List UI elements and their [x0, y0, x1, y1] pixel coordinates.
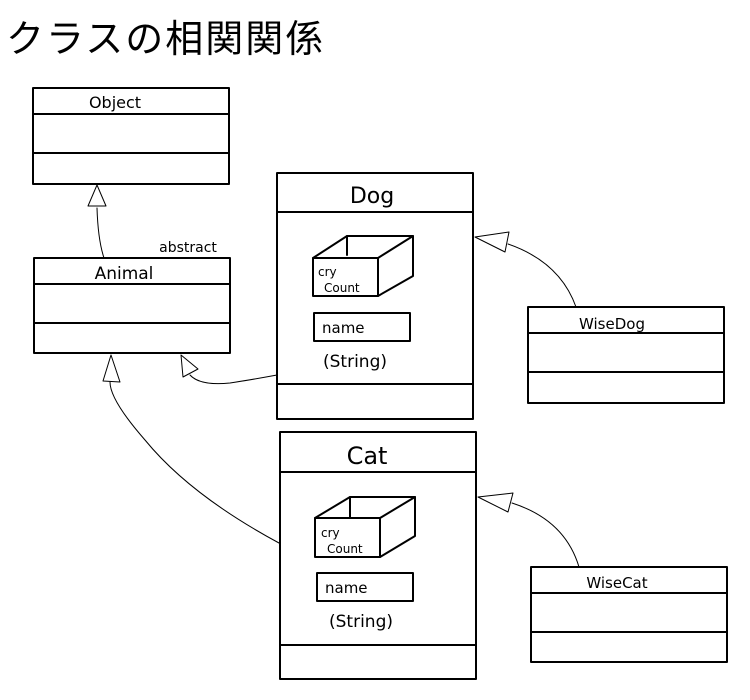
- dog-name-type: (String): [323, 352, 387, 372]
- dog-name-label: name: [322, 319, 365, 337]
- inheritance-arrowhead-icon: [87, 184, 107, 207]
- class-animal-name: Animal: [95, 264, 154, 284]
- cat-name-type: (String): [329, 612, 393, 632]
- class-cat[interactable]: Cat cry Count name (String): [279, 431, 477, 680]
- cat-name-field: name (String): [316, 572, 414, 632]
- class-wisecat-name: WiseCat: [586, 574, 647, 592]
- class-wisecat[interactable]: WiseCat: [530, 566, 728, 663]
- cat-crycount-label-line2: Count: [327, 542, 363, 556]
- class-object[interactable]: Object: [32, 87, 230, 185]
- class-animal[interactable]: abstract Animal: [33, 240, 231, 354]
- class-animal-stereotype: abstract: [159, 240, 217, 256]
- inheritance-arrowhead-icon: [180, 354, 199, 378]
- inheritance-arrowhead-icon: [474, 231, 510, 253]
- inheritance-wisecat-cat: [477, 492, 580, 568]
- dog-name-field: name (String): [313, 312, 411, 372]
- dog-crycount-label-line1: cry: [318, 265, 337, 279]
- class-object-name: Object: [89, 93, 141, 112]
- class-wisedog-name: WiseDog: [579, 315, 645, 333]
- cat-crycount-box: cry Count: [314, 496, 416, 558]
- inheritance-cat-animal: [102, 354, 280, 544]
- class-diagram: Object abstract Animal Dog cry Count nam…: [32, 87, 728, 680]
- inheritance-arrowhead-icon: [102, 354, 121, 383]
- cat-name-label: name: [325, 579, 368, 597]
- class-dog-name: Dog: [350, 184, 394, 209]
- cat-crycount-label-line1: cry: [321, 526, 340, 540]
- dog-crycount-label-line2: Count: [324, 281, 360, 295]
- class-wisedog[interactable]: WiseDog: [527, 306, 725, 404]
- inheritance-dog-animal: [180, 354, 278, 385]
- class-cat-name: Cat: [347, 442, 388, 470]
- inheritance-arrowhead-icon: [477, 492, 514, 513]
- class-dog[interactable]: Dog cry Count name (String): [276, 172, 474, 420]
- dog-crycount-box: cry Count: [312, 235, 414, 297]
- inheritance-animal-object: [87, 184, 107, 259]
- inheritance-wisedog-dog: [474, 231, 577, 308]
